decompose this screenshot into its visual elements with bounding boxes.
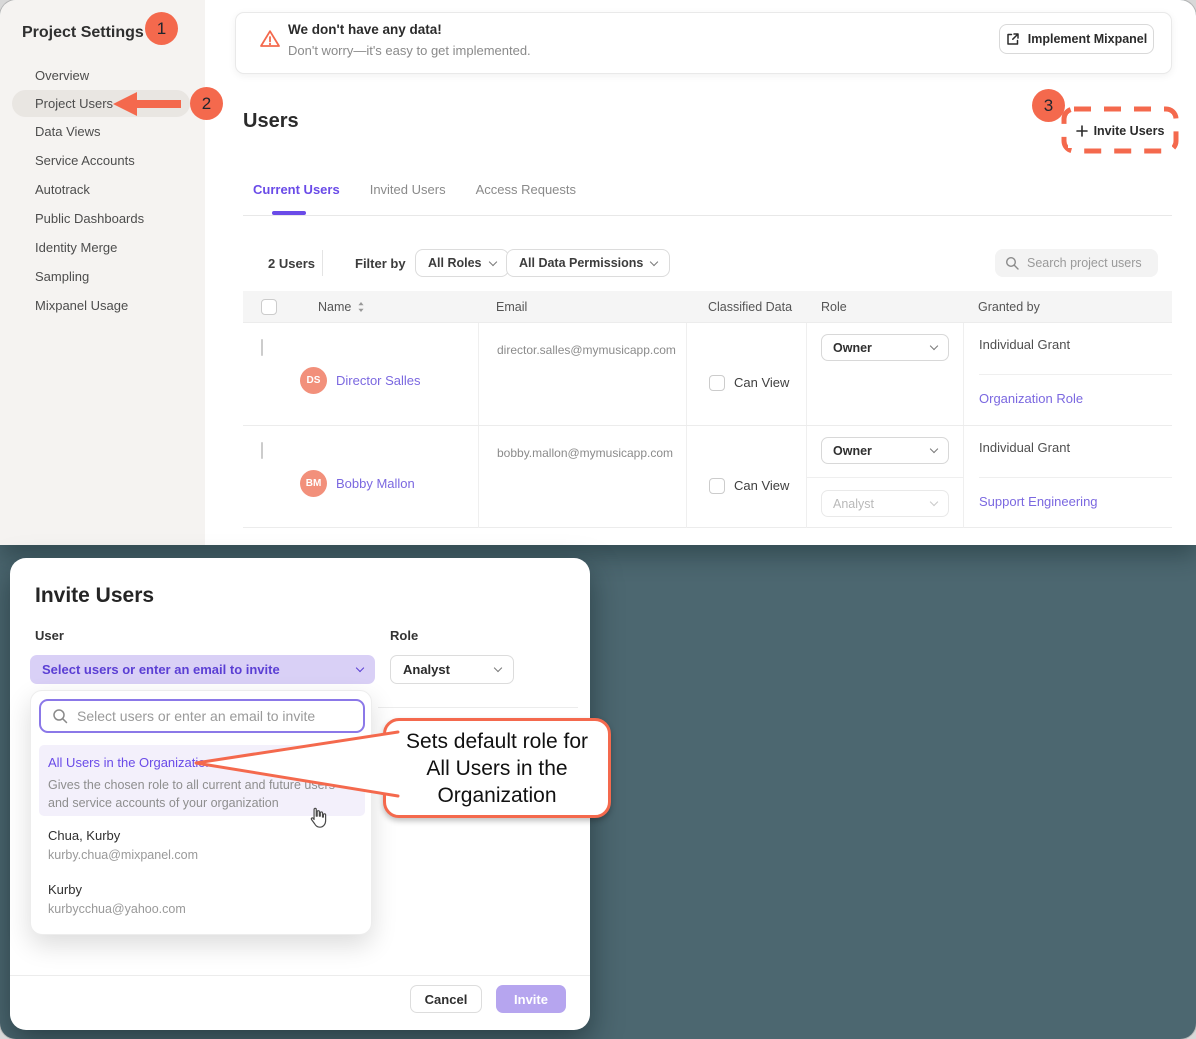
modal-title: Invite Users [35, 584, 154, 608]
col-classified-data: Classified Data [686, 300, 806, 314]
search-project-users[interactable] [995, 249, 1158, 277]
col-granted-by: Granted by [963, 300, 1172, 314]
chevron-down-icon [930, 342, 938, 350]
page-title: Users [243, 110, 299, 133]
avatar: DS [300, 367, 327, 394]
users-table: Name Email Classified Data Role Granted … [243, 291, 1172, 528]
chevron-down-icon [488, 257, 496, 265]
granted-by-primary: Individual Grant [979, 426, 1172, 477]
granted-by-primary: Individual Grant [979, 323, 1172, 374]
sidebar-item-mixpanel-usage[interactable]: Mixpanel Usage [0, 291, 205, 320]
tab-current-users[interactable]: Current Users [253, 182, 340, 197]
modal-section-divider [378, 707, 578, 708]
user-select[interactable]: Select users or enter an email to invite [30, 655, 375, 684]
modal-footer-divider [10, 975, 590, 976]
warning-icon [259, 29, 281, 49]
sidebar-title: Project Settings [22, 24, 144, 42]
invite-button[interactable]: Invite [496, 985, 566, 1013]
sidebar-item-public-dashboards[interactable]: Public Dashboards [0, 204, 205, 233]
roles-filter-dropdown[interactable]: All Roles [415, 249, 509, 277]
row-checkbox[interactable] [261, 442, 263, 459]
sort-icon[interactable] [357, 301, 365, 313]
cancel-button[interactable]: Cancel [410, 985, 482, 1013]
col-role: Role [806, 300, 963, 314]
sidebar-item-service-accounts[interactable]: Service Accounts [0, 146, 205, 175]
granted-by-link[interactable]: Support Engineering [979, 494, 1098, 509]
toolbar-divider [322, 250, 323, 276]
invite-users-button[interactable]: Invite Users [1068, 114, 1172, 148]
col-email: Email [478, 300, 686, 314]
implement-mixpanel-button[interactable]: Implement Mixpanel [999, 24, 1154, 54]
sidebar-item-autotrack[interactable]: Autotrack [0, 175, 205, 204]
table-header: Name Email Classified Data Role Granted … [243, 291, 1172, 322]
role-dropdown-disabled: Analyst [821, 490, 949, 517]
search-icon [1005, 256, 1019, 270]
option-user[interactable]: Chua, Kurby kurby.chua@mixpanel.com [48, 828, 198, 862]
role-select[interactable]: Analyst [390, 655, 514, 684]
user-name-link[interactable]: Bobby Mallon [336, 476, 415, 491]
tab-invited-users[interactable]: Invited Users [370, 182, 446, 197]
external-link-icon [1006, 32, 1020, 46]
banner-subtitle: Don't worry—it's easy to get implemented… [288, 43, 531, 58]
select-all-checkbox[interactable] [261, 299, 277, 315]
project-settings-page: Project Settings Overview Project Users … [0, 0, 1196, 545]
search-input[interactable] [1027, 256, 1147, 270]
role-field-label: Role [390, 628, 418, 643]
sidebar-item-identity-merge[interactable]: Identity Merge [0, 233, 205, 262]
annotation-step-3: 3 [1032, 89, 1065, 122]
user-field-label: User [35, 628, 64, 643]
col-name: Name [318, 300, 351, 314]
filter-by-label: Filter by [355, 256, 406, 271]
table-row: BM Bobby Mallon bobby.mallon@mymusicapp.… [243, 425, 1172, 528]
annotation-step-2: 2 [190, 87, 223, 120]
sidebar-item-sampling[interactable]: Sampling [0, 262, 205, 291]
sidebar-item-data-views[interactable]: Data Views [0, 117, 205, 146]
search-icon [52, 708, 68, 724]
can-view-checkbox[interactable] [709, 478, 725, 494]
chevron-down-icon [930, 445, 938, 453]
users-tabs: Current Users Invited Users Access Reque… [253, 182, 576, 197]
role-dropdown[interactable]: Owner [821, 334, 949, 361]
hand-cursor-icon [306, 806, 328, 830]
annotation-step-1: 1 [145, 12, 178, 45]
annotation-callout-tail [190, 716, 400, 808]
avatar: BM [300, 470, 327, 497]
permissions-filter-dropdown[interactable]: All Data Permissions [506, 249, 670, 277]
annotation-callout: Sets default role for All Users in the O… [383, 718, 611, 818]
chevron-down-icon [650, 257, 658, 265]
user-name-link[interactable]: Director Salles [336, 373, 421, 388]
banner-title: We don't have any data! [288, 22, 442, 37]
screenshot-canvas: Project Settings Overview Project Users … [0, 0, 1196, 1039]
settings-sidebar: Project Settings Overview Project Users … [0, 0, 205, 545]
sidebar-item-overview[interactable]: Overview [0, 61, 205, 90]
annotation-arrow-icon [113, 90, 181, 118]
row-checkbox[interactable] [261, 339, 263, 356]
chevron-down-icon [494, 664, 502, 672]
granted-by-link[interactable]: Organization Role [979, 391, 1083, 406]
user-email: bobby.mallon@mymusicapp.com [478, 426, 686, 528]
chevron-down-icon [930, 498, 938, 506]
table-row: DS Director Salles director.salles@mymus… [243, 322, 1172, 425]
plus-icon [1076, 125, 1088, 137]
tab-access-requests[interactable]: Access Requests [476, 182, 576, 197]
tabs-divider [243, 215, 1172, 216]
option-user[interactable]: Kurby kurbycchua@yahoo.com [48, 882, 186, 916]
can-view-checkbox[interactable] [709, 375, 725, 391]
role-dropdown[interactable]: Owner [821, 437, 949, 464]
user-email: director.salles@mymusicapp.com [478, 323, 686, 425]
user-count: 2 Users [268, 256, 315, 271]
chevron-down-icon [356, 664, 364, 672]
